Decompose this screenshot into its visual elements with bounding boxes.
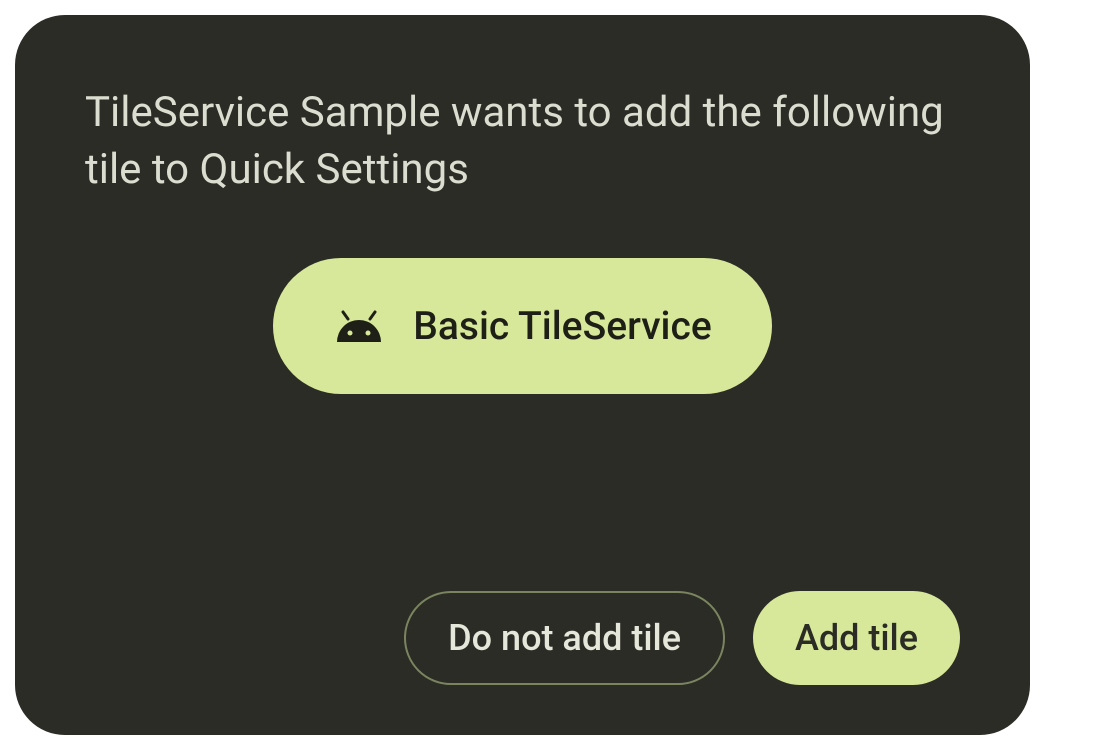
dialog-message: TileService Sample wants to add the foll… <box>85 85 960 198</box>
android-icon <box>333 306 385 346</box>
tile-preview: Basic TileService <box>273 258 772 394</box>
add-tile-dialog: TileService Sample wants to add the foll… <box>15 15 1030 735</box>
tile-label: Basic TileService <box>413 303 712 349</box>
add-tile-button[interactable]: Add tile <box>753 591 960 685</box>
tile-preview-container: Basic TileService <box>85 258 960 591</box>
do-not-add-tile-button[interactable]: Do not add tile <box>404 591 725 685</box>
dialog-button-row: Do not add tile Add tile <box>85 591 960 685</box>
